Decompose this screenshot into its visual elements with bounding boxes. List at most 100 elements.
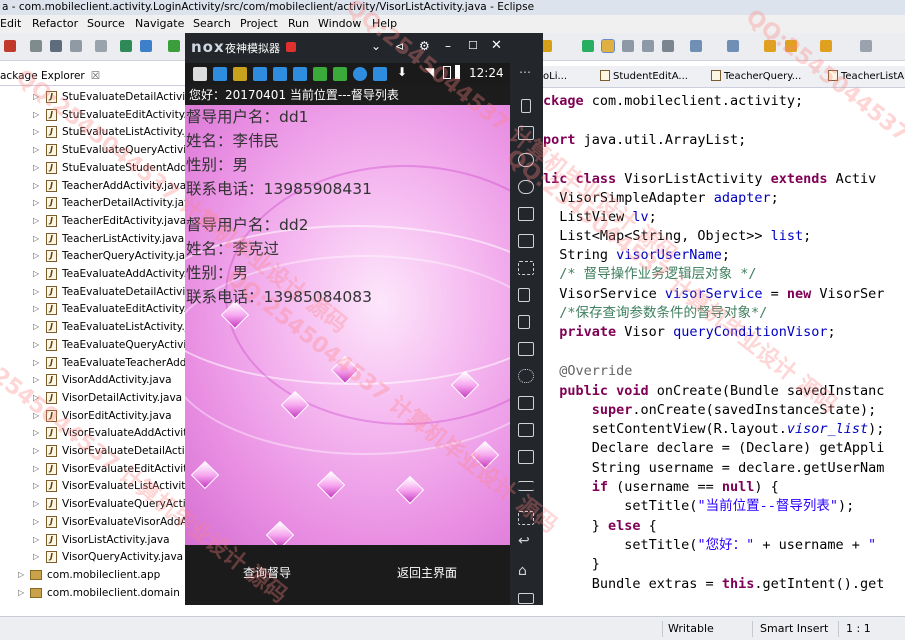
tree-file-item[interactable]: ▷JTeaEvaluateDetailActivity.java: [0, 283, 185, 301]
tree-file-item[interactable]: ▷JVisorEvaluateListActivity.java: [0, 477, 185, 495]
expand-icon[interactable]: ▷: [33, 407, 39, 425]
keyboard-icon[interactable]: [518, 126, 534, 140]
tree-file-item[interactable]: ▷JTeaEvaluateQueryActivity.java: [0, 336, 185, 354]
annotation-icon[interactable]: [582, 40, 594, 52]
expand-icon[interactable]: ▷: [33, 106, 39, 124]
save-all-icon[interactable]: [70, 40, 82, 52]
prev-annotation-icon[interactable]: [727, 40, 739, 52]
forward-icon[interactable]: [785, 40, 797, 52]
screenshot-icon[interactable]: [518, 396, 534, 410]
menu-edit[interactable]: Edit: [0, 15, 21, 33]
tree-file-item[interactable]: ▷ J VisorQueryActivity.java: [0, 548, 185, 566]
history-icon[interactable]: [820, 40, 832, 52]
tree-package-item[interactable]: ▷ com.mobileclient.domain: [0, 584, 185, 602]
expand-icon[interactable]: ▷: [33, 442, 39, 460]
expand-icon[interactable]: ▷: [33, 336, 39, 354]
expand-icon[interactable]: ▷: [33, 212, 39, 230]
tree-file-item[interactable]: ▷JTeaEvaluateEditActivity.java: [0, 300, 185, 318]
expand-icon[interactable]: ▷: [33, 460, 39, 478]
tree-file-item[interactable]: ▷JVisorEvaluateQueryActivity.java: [0, 495, 185, 513]
expand-icon[interactable]: ▷: [33, 424, 39, 442]
menu-source[interactable]: Source: [87, 15, 125, 33]
perspective-icon[interactable]: [860, 40, 872, 52]
tree-file-item[interactable]: ▷JStuEvaluateStudentAddActivity.java: [0, 159, 185, 177]
close-icon[interactable]: ☒: [91, 70, 100, 82]
menu-help[interactable]: Help: [372, 15, 397, 33]
visor-list[interactable]: 督导用户名：dd1 姓名：李伟民 性别：男 联系电话：13985908431 督…: [185, 105, 510, 550]
expand-icon[interactable]: ▷: [33, 123, 39, 141]
stop-icon[interactable]: [4, 40, 16, 52]
phone-icon[interactable]: [521, 99, 531, 113]
operation-record-icon[interactable]: [518, 511, 534, 525]
close-icon[interactable]: ✕: [491, 38, 502, 53]
tree-file-item[interactable]: ▷JVisorEvaluateEditActivity.java: [0, 460, 185, 478]
menu-navigate[interactable]: Navigate: [135, 15, 184, 33]
tree-file-item[interactable]: ▷JTeaEvaluateListActivity.java: [0, 318, 185, 336]
more-icon[interactable]: ⋯: [519, 65, 531, 79]
android-recent-icon[interactable]: [518, 593, 534, 604]
menu-window[interactable]: Window: [318, 15, 361, 33]
expand-icon[interactable]: ▷: [33, 247, 39, 265]
expand-icon[interactable]: ▷: [33, 371, 39, 389]
check-icon[interactable]: [168, 40, 180, 52]
tree-file-item[interactable]: ▷JStuEvaluateEditActivity.java: [0, 106, 185, 124]
tab-editor-3[interactable]: TeacherQuery...: [711, 69, 801, 85]
tree-file-item[interactable]: ▷ J TeacherQueryActivity.java: [0, 247, 185, 265]
android-home-icon[interactable]: ⌂: [518, 563, 527, 579]
expand-icon[interactable]: ▷: [33, 88, 39, 106]
next-annotation-icon[interactable]: [690, 40, 702, 52]
expand-icon[interactable]: ▷: [33, 283, 39, 301]
multi-instance-icon[interactable]: [518, 450, 534, 464]
package-explorer-tab[interactable]: ackage Explorer ☒: [0, 66, 185, 86]
expand-icon[interactable]: ▷: [33, 318, 39, 336]
android-back-icon[interactable]: ↩: [518, 533, 530, 549]
download-icon[interactable]: [120, 40, 132, 52]
nox-emulator-window[interactable]: nox 夜神模拟器 ⌄ ⊲ ⚙ – ☐ ✕ ⬇ ◥ 12:24 您好：20170…: [185, 33, 543, 605]
tree-file-item[interactable]: ▷ J TeacherDetailActivity.java: [0, 194, 185, 212]
expand-icon[interactable]: ▷: [33, 531, 39, 549]
menu-run[interactable]: Run: [288, 15, 309, 33]
tree-file-item[interactable]: ▷ J VisorListActivity.java: [0, 531, 185, 549]
new-icon[interactable]: [30, 40, 42, 52]
sdk-icon[interactable]: [140, 40, 152, 52]
menu-icon[interactable]: [518, 481, 534, 491]
expand-icon[interactable]: ▷: [33, 513, 39, 531]
tree-package-item[interactable]: ▷ com.mobileclient.app: [0, 566, 185, 584]
expand-icon[interactable]: ▷: [33, 300, 39, 318]
menu-project[interactable]: Project: [240, 15, 278, 33]
volume-up-icon[interactable]: [518, 288, 530, 302]
tree-file-item[interactable]: ▷ J VisorAddActivity.java: [0, 371, 185, 389]
shake-icon[interactable]: [518, 369, 534, 383]
tree-file-item[interactable]: ▷JTeaEvaluateTeacherAddActivity.java: [0, 354, 185, 372]
menu-refactor[interactable]: Refactor: [32, 15, 78, 33]
tree-file-item[interactable]: ▷JVisorEvaluateAddActivity.java: [0, 424, 185, 442]
outline-icon[interactable]: [642, 40, 654, 52]
back-icon[interactable]: [764, 40, 776, 52]
fullscreen-icon[interactable]: [518, 261, 534, 275]
tree-file-item[interactable]: ▷ J TeacherEditActivity.java: [0, 212, 185, 230]
minimize-icon[interactable]: –: [445, 39, 451, 53]
expand-icon[interactable]: ▷: [33, 194, 39, 212]
gear-icon[interactable]: ⚙: [419, 39, 430, 53]
tree-file-item[interactable]: ▷ J VisorEditActivity.java: [0, 407, 185, 425]
expand-icon[interactable]: ▷: [33, 389, 39, 407]
location-icon[interactable]: [518, 180, 534, 194]
pin-icon[interactable]: ⊲: [395, 40, 404, 53]
tree-file-item[interactable]: ▷JStuEvaluateListActivity.java: [0, 123, 185, 141]
tree-file-item[interactable]: ▷ J TeacherAddActivity.java: [0, 177, 185, 195]
expand-icon[interactable]: ▷: [33, 548, 39, 566]
expand-icon[interactable]: ▷: [33, 354, 39, 372]
highlight-icon[interactable]: [601, 39, 615, 53]
mark-icon[interactable]: [662, 40, 674, 52]
tree-file-item[interactable]: ▷JStuEvaluateDetailActivity.java: [0, 88, 185, 106]
expand-icon[interactable]: ▷: [33, 495, 39, 513]
code-editor[interactable]: ckage com.mobileclient.activity; port ja…: [543, 88, 905, 610]
tab-editor-1[interactable]: oLi...: [543, 69, 567, 85]
expand-icon[interactable]: ▷: [18, 584, 24, 602]
expand-icon[interactable]: ▷: [33, 159, 39, 177]
tree-file-item[interactable]: ▷JStuEvaluateQueryActivity.java: [0, 141, 185, 159]
expand-icon[interactable]: ▷: [33, 477, 39, 495]
volume-down-icon[interactable]: [518, 315, 530, 329]
tree-file-item[interactable]: ▷JTeaEvaluateAddActivity.java: [0, 265, 185, 283]
expand-icon[interactable]: ▷: [33, 177, 39, 195]
